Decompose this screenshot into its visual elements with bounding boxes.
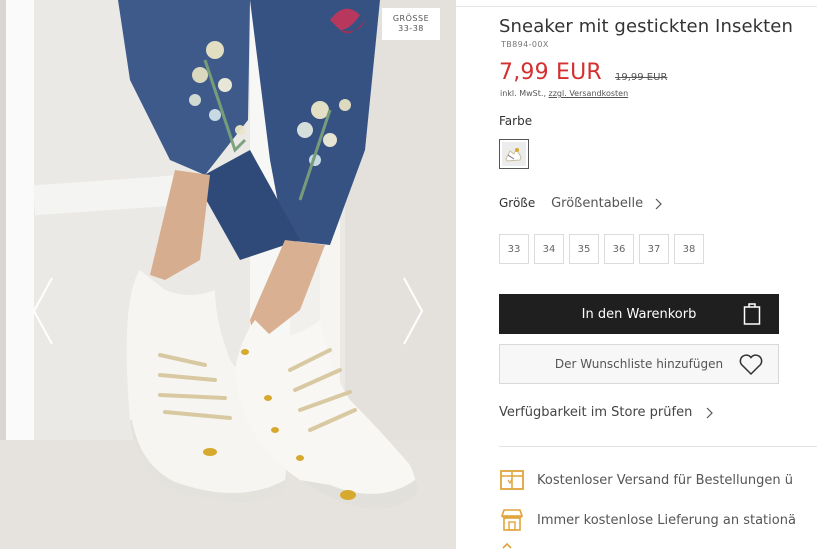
gallery-next-button[interactable] xyxy=(400,276,426,346)
product-title: Sneaker mit gestickten Insekten xyxy=(499,16,793,37)
size-option-35[interactable]: 35 xyxy=(569,234,599,264)
size-option-38[interactable]: 38 xyxy=(674,234,704,264)
shopping-bag-icon xyxy=(743,303,761,325)
size-badge-range: 33-38 xyxy=(398,24,424,33)
heart-icon xyxy=(739,354,763,376)
add-to-cart-button[interactable]: In den Warenkorb xyxy=(499,294,779,334)
tax-note: inkl. MwSt., zzgl. Versandkosten xyxy=(500,89,628,98)
original-price: 19,99 EUR xyxy=(615,72,668,83)
benefit-free-shipping: Kostenloser Versand für Bestellungen ü xyxy=(499,467,793,493)
add-to-cart-label: In den Warenkorb xyxy=(581,306,697,322)
add-to-wishlist-button[interactable]: Der Wunschliste hinzufügen xyxy=(499,344,779,384)
size-option-36[interactable]: 36 xyxy=(604,234,634,264)
chevron-right-icon xyxy=(403,277,424,345)
box-icon xyxy=(500,470,524,490)
section-divider xyxy=(499,446,817,447)
sneaker-thumbnail-icon xyxy=(505,147,522,162)
product-sku: TB894-00X xyxy=(501,40,549,49)
color-label: Farbe xyxy=(499,114,533,128)
size-option-33[interactable]: 33 xyxy=(499,234,529,264)
partial-benefit-icon xyxy=(502,542,512,549)
gallery-prev-button[interactable] xyxy=(30,276,56,346)
product-info-panel: Sneaker mit gestickten Insekten TB894-00… xyxy=(499,0,817,549)
benefit-partial xyxy=(499,542,537,549)
benefit-free-shipping-text: Kostenloser Versand für Bestellungen ü xyxy=(537,472,793,488)
tax-note-text: inkl. MwSt., xyxy=(500,89,546,98)
size-label: Größe xyxy=(499,196,536,210)
size-chart-link[interactable]: Größentabelle xyxy=(551,196,643,211)
store-icon xyxy=(500,509,524,531)
shipping-costs-link[interactable]: zzgl. Versandkosten xyxy=(549,89,629,98)
size-options: 33 34 35 36 37 38 xyxy=(499,234,704,264)
size-badge-label: GRÖSSE xyxy=(392,14,430,23)
chevron-right-icon xyxy=(707,407,714,418)
color-swatch-thumbnail xyxy=(502,142,526,166)
benefit-store-delivery-text: Immer kostenlose Lieferung an stationä xyxy=(537,512,796,528)
product-image-gallery: GRÖSSE 33-38 xyxy=(0,0,456,549)
size-header: Größe Größentabelle xyxy=(499,196,663,211)
store-availability-label: Verfügbarkeit im Store prüfen xyxy=(499,405,693,420)
chevron-right-icon[interactable] xyxy=(655,198,663,210)
size-range-badge: GRÖSSE 33-38 xyxy=(382,8,440,40)
size-option-37[interactable]: 37 xyxy=(639,234,669,264)
add-to-wishlist-label: Der Wunschliste hinzufügen xyxy=(554,357,724,371)
chevron-left-icon xyxy=(32,277,53,345)
current-price: 7,99 EUR xyxy=(499,60,602,85)
benefit-store-delivery: Immer kostenlose Lieferung an stationä xyxy=(499,507,796,533)
product-photo xyxy=(0,0,456,549)
store-availability-link[interactable]: Verfügbarkeit im Store prüfen xyxy=(499,405,714,420)
size-option-34[interactable]: 34 xyxy=(534,234,564,264)
color-swatch-selected[interactable] xyxy=(499,139,529,169)
